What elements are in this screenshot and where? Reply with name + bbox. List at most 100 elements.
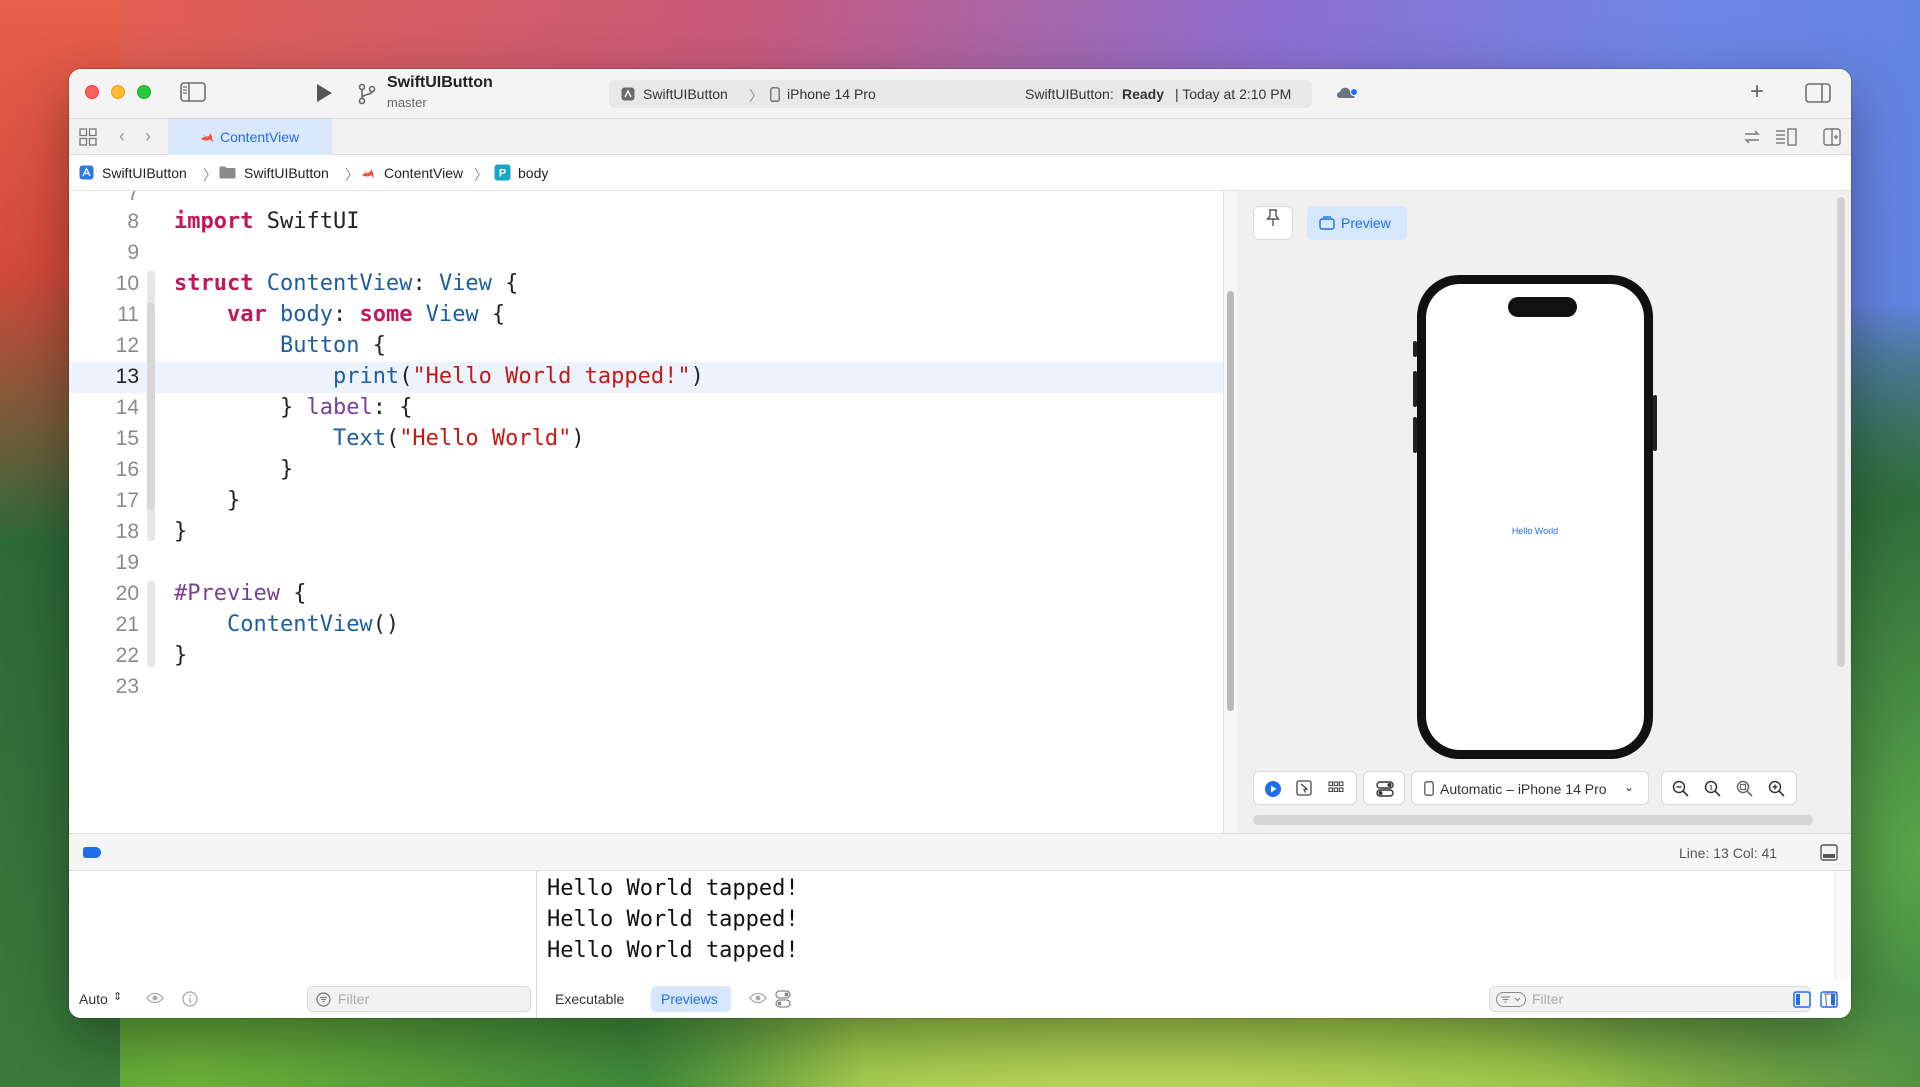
project-icon	[79, 165, 94, 183]
dynamic-island	[1508, 297, 1577, 317]
code-token: }	[174, 643, 188, 668]
breadcrumb-file[interactable]: ContentView	[384, 165, 463, 181]
minimize-window-button[interactable]	[111, 85, 125, 99]
code-line: 21 ContentView()	[69, 610, 1224, 641]
live-preview-icon[interactable]	[1264, 780, 1282, 801]
property-icon: P	[494, 164, 511, 184]
svg-text:1: 1	[1709, 786, 1713, 792]
eye-icon[interactable]	[749, 991, 767, 1008]
add-library-icon[interactable]: +	[1750, 78, 1764, 106]
breadcrumb-group[interactable]: SwiftUIButton	[244, 165, 329, 181]
breadcrumb-chevron-icon: 〉	[203, 167, 217, 183]
tab-contentview[interactable]: ContentView	[168, 119, 332, 155]
line-column-indicator: Line: 13 Col: 41	[1679, 845, 1778, 861]
cloud-status-icon[interactable]	[1335, 84, 1359, 105]
code-token: : {	[372, 395, 413, 420]
zoom-to-fit-icon[interactable]	[1736, 780, 1753, 800]
preview-mode-button[interactable]: Preview	[1307, 206, 1407, 240]
related-items-icon[interactable]	[1743, 128, 1761, 151]
line-number: 8	[127, 210, 139, 233]
console-filter[interactable]: Filter	[1489, 986, 1811, 1012]
line-number: 23	[115, 675, 139, 698]
code-folding-ribbon[interactable]	[147, 303, 155, 509]
svg-text:P: P	[499, 168, 506, 180]
show-console-icon[interactable]	[1820, 991, 1838, 1013]
line-number: 14	[115, 396, 139, 419]
line-number: 19	[115, 551, 139, 574]
code-token: print	[332, 364, 400, 389]
tab-label: ContentView	[220, 129, 300, 145]
status-prefix: SwiftUIButton:	[1025, 86, 1114, 102]
code-line: 12 Button {	[69, 331, 1224, 362]
variants-grid-icon[interactable]	[1328, 780, 1344, 799]
grid-icon[interactable]	[79, 128, 97, 151]
hello-world-button[interactable]: Hello World	[1426, 526, 1644, 536]
editor-scroll-thumb[interactable]	[1227, 291, 1234, 711]
executable-tab[interactable]: Executable	[545, 986, 641, 1012]
line-number: 11	[117, 303, 139, 326]
iphone-preview: Hello World	[1417, 275, 1653, 759]
zoom-window-button[interactable]	[137, 85, 151, 99]
breadcrumb-project[interactable]: SwiftUIButton	[102, 165, 187, 181]
project-name[interactable]: SwiftUIButton	[387, 74, 493, 92]
console-options-icon[interactable]	[775, 990, 791, 1011]
close-window-button[interactable]	[85, 85, 99, 99]
code-line: 15 Text("Hello World")	[69, 424, 1224, 455]
branch-name: master	[387, 95, 427, 110]
inspector-toggle-icon[interactable]	[1805, 83, 1831, 108]
status-time: | Today at 2:10 PM	[1175, 86, 1292, 102]
back-arrow-icon[interactable]: ‹	[119, 126, 125, 147]
volume-down-button	[1413, 417, 1417, 453]
scheme-selector[interactable]: SwiftUIButton	[643, 86, 728, 102]
line-number: 18	[115, 520, 139, 543]
pin-icon	[1266, 209, 1280, 226]
app-scheme-icon	[621, 87, 635, 104]
line-number: 16	[115, 458, 139, 481]
code-folding-ribbon[interactable]	[147, 581, 155, 667]
line-number: 22	[115, 644, 139, 667]
hide-debug-area-icon[interactable]	[1820, 844, 1838, 866]
zoom-100-icon[interactable]: 1	[1704, 780, 1721, 800]
pin-button[interactable]	[1253, 206, 1293, 240]
forward-arrow-icon[interactable]: ›	[145, 126, 151, 147]
filter-icon	[316, 992, 331, 1010]
console-output[interactable]: Hello World tapped! Hello World tapped! …	[537, 871, 1851, 1018]
sidebar-toggle-icon[interactable]	[180, 82, 206, 107]
breadcrumb-symbol[interactable]: body	[518, 165, 548, 181]
editor-scrollbar[interactable]	[1223, 191, 1237, 833]
code-token: ()	[372, 612, 400, 637]
code-token: #Preview	[174, 581, 280, 606]
zoom-out-icon[interactable]	[1672, 780, 1689, 800]
selectable-mode-icon[interactable]	[1296, 780, 1312, 799]
code-line: 16 }	[69, 455, 1224, 486]
device-settings-button[interactable]	[1363, 771, 1405, 805]
device-selector[interactable]: Automatic – iPhone 14 Pro ⌄	[1411, 771, 1649, 805]
add-editor-icon[interactable]	[1823, 128, 1841, 151]
breakpoint-toggle-icon[interactable]	[83, 847, 101, 858]
canvas-horizontal-scrollbar[interactable]	[1253, 815, 1813, 825]
run-button-icon[interactable]	[314, 82, 334, 109]
editor-options-icon[interactable]	[1775, 128, 1797, 151]
console-scrollbar[interactable]	[1835, 871, 1851, 980]
filter-placeholder: Filter	[1532, 991, 1564, 1007]
info-icon[interactable]	[182, 991, 198, 1010]
previews-tab[interactable]: Previews	[651, 986, 731, 1012]
executable-tab-label: Executable	[555, 991, 625, 1007]
code-line: 18}	[69, 517, 1224, 548]
variables-filter[interactable]: Filter	[307, 986, 531, 1012]
zoom-controls: 1	[1661, 771, 1797, 805]
canvas-scrollbar[interactable]	[1837, 197, 1845, 667]
code-token: (	[385, 426, 400, 451]
branch-icon[interactable]	[357, 83, 377, 110]
scope-selector[interactable]: Auto	[79, 991, 108, 1007]
source-editor[interactable]: 7 8 import SwiftUI 9 10 struct ContentView…	[69, 191, 1224, 833]
zoom-in-icon[interactable]	[1768, 780, 1785, 800]
eye-icon[interactable]	[146, 991, 164, 1008]
destination-selector[interactable]: iPhone 14 Pro	[787, 86, 876, 102]
code-token: {	[491, 271, 519, 296]
show-variables-icon[interactable]	[1793, 991, 1811, 1013]
